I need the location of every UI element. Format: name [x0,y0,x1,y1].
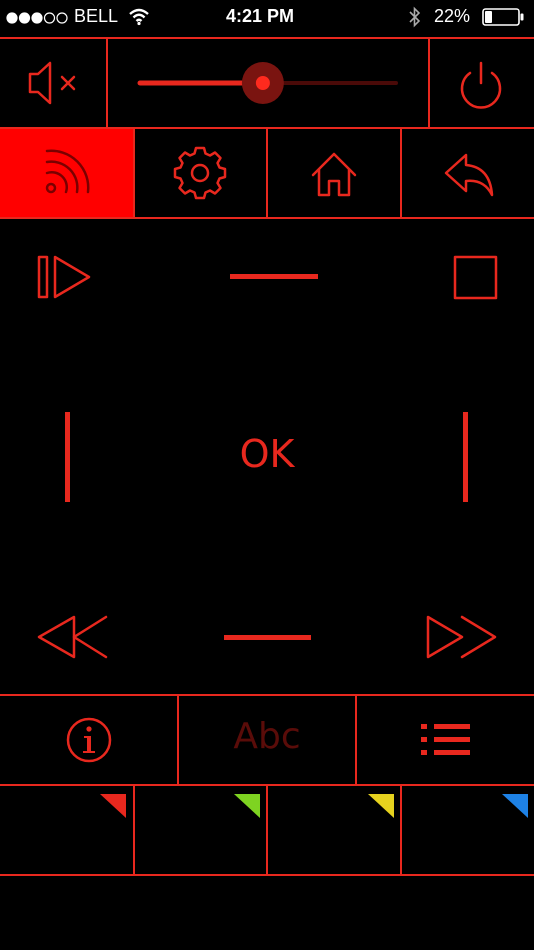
color-key-yellow[interactable] [268,786,400,874]
signal-dot [56,12,68,24]
wifi-icon [128,8,150,31]
battery-percent-label: 22% [434,6,471,26]
dpad-left-bar [65,412,70,502]
battery-icon [482,8,526,31]
color-key-red[interactable] [0,786,133,874]
list-icon [421,724,470,755]
dpad-down-button[interactable] [206,617,330,657]
signal-dot [31,12,43,24]
speaker-mute-icon [28,61,76,105]
back-button[interactable] [402,129,534,217]
stop-icon [453,255,498,300]
fast-forward-button[interactable] [414,600,510,674]
dpad-up-bar [230,274,318,279]
fast-forward-icon [426,615,497,659]
bluetooth-icon [408,6,422,33]
carrier-label: BELL [74,6,119,26]
settings-button[interactable] [135,129,266,217]
yellow-key-corner [368,794,394,818]
dpad-right-button[interactable] [444,400,488,514]
play-pause-button[interactable] [24,240,108,314]
dpad-down-bar [224,635,311,640]
dpad-right-bar [463,412,468,502]
volume-slider[interactable] [108,39,428,127]
rewind-icon [37,615,108,659]
menu-list-button[interactable] [357,696,534,784]
dpad-left-button[interactable] [46,400,90,514]
ok-button[interactable]: OK [217,432,317,476]
clock-label: 4:21 PM [226,6,295,26]
power-button[interactable] [430,39,534,127]
cast-icon [45,149,90,194]
gear-icon [173,146,227,200]
stop-button[interactable] [436,240,516,314]
signal-dot [18,12,31,24]
signal-dot [6,12,18,24]
red-key-corner [100,794,126,818]
info-icon [66,717,112,763]
signal-dot [43,12,56,24]
dpad-up-button[interactable] [210,256,334,296]
color-key-blue[interactable] [402,786,534,874]
play-pause-icon [37,255,91,299]
mute-button[interactable] [0,39,106,127]
home-button[interactable] [268,129,400,217]
divider [0,874,534,876]
color-key-green[interactable] [135,786,266,874]
back-arrow-icon [444,153,494,197]
power-icon [460,61,502,109]
home-icon [311,152,357,197]
volume-knob-center [255,76,270,90]
rewind-button[interactable] [26,600,122,674]
divider [0,217,534,219]
info-button[interactable] [0,696,177,784]
blue-key-corner [502,794,528,818]
signal-strength-icon [6,11,76,25]
cast-button[interactable] [0,129,133,217]
status-bar: BELL 4:21 PM 22% [0,0,534,36]
green-key-corner [234,794,260,818]
text-input-label: Abc [233,716,301,757]
